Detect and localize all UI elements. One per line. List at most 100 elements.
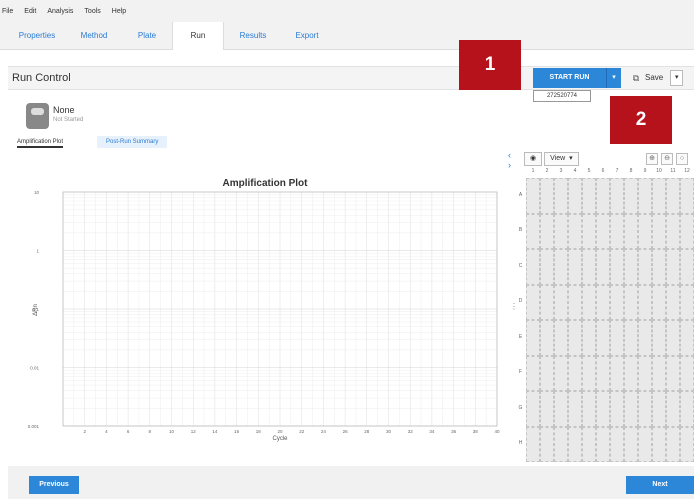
plate-well[interactable] xyxy=(526,178,540,214)
plate-column-header[interactable]: 9 xyxy=(638,168,652,177)
plate-well[interactable] xyxy=(652,249,666,285)
plate-well[interactable] xyxy=(652,284,666,320)
plate-well[interactable] xyxy=(526,391,540,427)
plate-well[interactable] xyxy=(624,178,638,214)
fit-button[interactable]: ○ xyxy=(676,153,688,165)
plate-well[interactable] xyxy=(652,320,666,356)
plate-well[interactable] xyxy=(568,284,582,320)
plate-well[interactable] xyxy=(526,284,540,320)
plate-column-header[interactable]: 3 xyxy=(554,168,568,177)
plate-well[interactable] xyxy=(582,391,596,427)
plate-well[interactable] xyxy=(540,213,554,249)
plate-well[interactable] xyxy=(554,249,568,285)
plate-well[interactable] xyxy=(610,178,624,214)
plate-well[interactable] xyxy=(666,284,680,320)
plate-well[interactable] xyxy=(680,284,694,320)
previous-button[interactable]: Previous xyxy=(29,476,79,494)
plate-well[interactable] xyxy=(596,320,610,356)
plate-well[interactable] xyxy=(554,391,568,427)
plate-well[interactable] xyxy=(582,355,596,391)
plate-well[interactable] xyxy=(554,213,568,249)
plate-well[interactable] xyxy=(526,249,540,285)
plate-well[interactable] xyxy=(652,213,666,249)
collapse-left-icon[interactable]: ‹ xyxy=(508,150,511,160)
plate-column-header[interactable]: 12 xyxy=(680,168,694,177)
plate-well[interactable] xyxy=(568,213,582,249)
plate-column-header[interactable]: 1 xyxy=(526,168,540,177)
zoom-in-button[interactable]: ⊕ xyxy=(646,153,658,165)
plate-well[interactable] xyxy=(638,355,652,391)
plate-well[interactable] xyxy=(666,178,680,214)
plate-row-header[interactable]: H xyxy=(516,440,525,446)
plate-column-header[interactable]: 6 xyxy=(596,168,610,177)
plate-well[interactable] xyxy=(526,355,540,391)
plate-row-header[interactable]: F xyxy=(516,369,525,375)
plate-well[interactable] xyxy=(610,213,624,249)
plate-well[interactable] xyxy=(554,320,568,356)
plate-well[interactable] xyxy=(638,426,652,462)
plate-well[interactable] xyxy=(540,249,554,285)
plate-well[interactable] xyxy=(666,249,680,285)
plate-well[interactable] xyxy=(540,284,554,320)
plate-well[interactable] xyxy=(680,355,694,391)
plate-well[interactable] xyxy=(554,426,568,462)
plate-well[interactable] xyxy=(638,213,652,249)
plate-well[interactable] xyxy=(624,213,638,249)
plate-row-header[interactable]: C xyxy=(516,263,525,269)
plate-well[interactable] xyxy=(554,355,568,391)
plate-column-header[interactable]: 2 xyxy=(540,168,554,177)
plate-well[interactable] xyxy=(540,355,554,391)
plate-well[interactable] xyxy=(540,391,554,427)
plate-well[interactable] xyxy=(540,178,554,214)
plate-well[interactable] xyxy=(610,320,624,356)
plate-well[interactable] xyxy=(624,426,638,462)
plate-well[interactable] xyxy=(666,426,680,462)
plate-well[interactable] xyxy=(596,355,610,391)
plate-well[interactable] xyxy=(568,426,582,462)
plate-well[interactable] xyxy=(680,426,694,462)
plate-well[interactable] xyxy=(624,284,638,320)
plate-well[interactable] xyxy=(596,249,610,285)
plate-well[interactable] xyxy=(554,178,568,214)
plate-well[interactable] xyxy=(596,391,610,427)
plate-well[interactable] xyxy=(610,355,624,391)
zoom-out-button[interactable]: ⊖ xyxy=(661,153,673,165)
plate-well[interactable] xyxy=(666,320,680,356)
plate-well[interactable] xyxy=(568,391,582,427)
expand-right-icon[interactable]: › xyxy=(508,160,511,170)
plate-well[interactable] xyxy=(596,284,610,320)
plate-row-header[interactable]: E xyxy=(516,334,525,340)
plate-well[interactable] xyxy=(666,213,680,249)
eye-toggle-button[interactable]: ◉ xyxy=(524,152,543,166)
plate-column-header[interactable]: 11 xyxy=(666,168,680,177)
plate-well[interactable] xyxy=(638,391,652,427)
next-button[interactable]: Next xyxy=(626,476,694,494)
view-dropdown[interactable]: View ▾ xyxy=(544,152,579,166)
plate-well[interactable] xyxy=(596,178,610,214)
plate-row-header[interactable]: A xyxy=(516,192,525,198)
plate-well[interactable] xyxy=(638,284,652,320)
plate-well[interactable] xyxy=(526,426,540,462)
plate-well[interactable] xyxy=(666,355,680,391)
plate-well[interactable] xyxy=(624,355,638,391)
plate-well[interactable] xyxy=(680,178,694,214)
plate-well[interactable] xyxy=(568,355,582,391)
plate-column-header[interactable]: 8 xyxy=(624,168,638,177)
plate-well[interactable] xyxy=(624,320,638,356)
plate-well[interactable] xyxy=(652,178,666,214)
plate-well[interactable] xyxy=(638,178,652,214)
plate-well[interactable] xyxy=(680,320,694,356)
plate-well[interactable] xyxy=(652,391,666,427)
plate-well[interactable] xyxy=(540,320,554,356)
plate-well[interactable] xyxy=(526,213,540,249)
plate-column-header[interactable]: 5 xyxy=(582,168,596,177)
plate-well[interactable] xyxy=(680,249,694,285)
plate-well[interactable] xyxy=(680,391,694,427)
plate-well[interactable] xyxy=(624,249,638,285)
plate-well[interactable] xyxy=(582,178,596,214)
plate-well[interactable] xyxy=(582,426,596,462)
plate-well[interactable] xyxy=(582,213,596,249)
plate-well[interactable] xyxy=(652,426,666,462)
plate-well[interactable] xyxy=(624,391,638,427)
plate-well[interactable] xyxy=(610,426,624,462)
